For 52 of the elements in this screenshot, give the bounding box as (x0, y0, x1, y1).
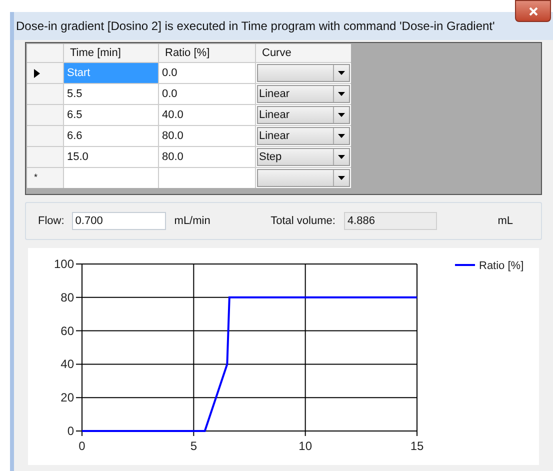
curve-dropdown[interactable]: Linear (257, 106, 350, 124)
table-cell[interactable]: 80.0 (159, 126, 255, 146)
table-cell[interactable]: 5.5 (64, 84, 158, 104)
table-cell[interactable]: 40.0 (159, 105, 255, 125)
y-tick-label: 60 (60, 324, 74, 338)
total-volume-field[interactable]: 4.886 (344, 212, 438, 230)
y-tick-label: 80 (60, 290, 74, 304)
dropdown-arrow-icon (338, 113, 345, 117)
table-cell[interactable]: 6.5 (64, 105, 158, 125)
table-cell[interactable]: 6.6 (64, 126, 158, 146)
row-header-corner (27, 44, 63, 62)
y-tick-label: 100 (54, 257, 74, 271)
legend-label: Ratio [%] (479, 260, 524, 272)
legend-line-icon (455, 264, 475, 266)
y-tick-label: 40 (60, 357, 74, 372)
table-cell[interactable]: 80.0 (159, 147, 255, 167)
close-button[interactable] (515, 0, 551, 22)
table-cell[interactable]: 0.0 (159, 63, 255, 83)
flow-field[interactable]: 0.700 (72, 212, 166, 230)
curve-dropdown[interactable] (257, 169, 350, 187)
x-tick-label: 15 (410, 439, 424, 453)
total-volume-label: Total volume: (270, 214, 336, 229)
flow-unit: mL/min (174, 214, 210, 229)
table-cell[interactable] (64, 168, 158, 188)
total-volume-unit: mL (498, 214, 513, 229)
table-cell[interactable] (159, 168, 255, 188)
flow-label: Flow: (38, 214, 64, 229)
curve-dropdown[interactable]: Step (257, 148, 350, 166)
x-tick-label: 5 (190, 439, 197, 453)
curve-dropdown[interactable] (257, 64, 350, 82)
x-tick-label: 10 (298, 439, 312, 453)
x-tick-label: 0 (78, 439, 86, 453)
dropdown-arrow-icon (338, 134, 345, 138)
table-cell[interactable]: 15.0 (64, 147, 158, 167)
curve-dropdown[interactable]: Linear (257, 127, 350, 145)
column-header[interactable]: Time [min] (64, 44, 158, 62)
column-header[interactable]: Ratio [%] (159, 44, 255, 62)
row-header[interactable]: * (27, 168, 63, 188)
y-tick-label: 0 (67, 424, 74, 438)
curve-dropdown[interactable]: Linear (257, 85, 350, 103)
dropdown-arrow-icon (338, 176, 345, 180)
table-cell[interactable]: 0.0 (159, 84, 255, 104)
current-row-icon (34, 68, 40, 78)
new-row-marker: * (34, 171, 38, 184)
close-icon (528, 6, 538, 16)
dropdown-arrow-icon (338, 92, 345, 96)
y-tick-label: 20 (60, 390, 74, 405)
column-header[interactable]: Curve (256, 44, 351, 62)
dropdown-arrow-icon (338, 71, 345, 75)
dropdown-arrow-icon (338, 155, 345, 159)
window-title: Dose-in gradient [Dosino 2] is executed in Time program with command 'Dose-in Gradient' (14, 12, 553, 40)
row-header[interactable] (27, 63, 63, 83)
